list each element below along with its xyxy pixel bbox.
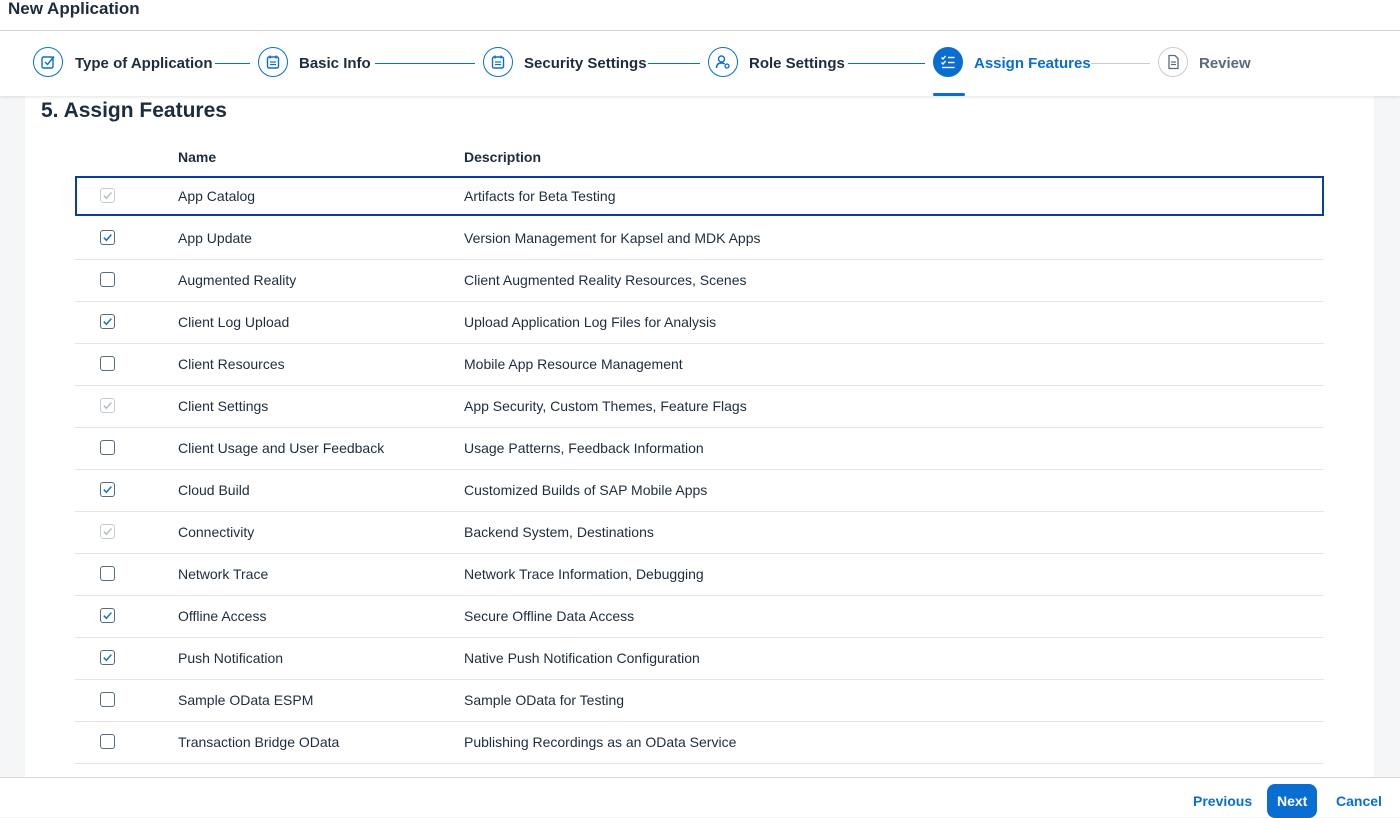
- table-row[interactable]: Client Log Upload Upload Application Log …: [75, 302, 1324, 344]
- table-row[interactable]: Sample OData ESPM Sample OData for Testin…: [75, 680, 1324, 722]
- table-row[interactable]: Connectivity Backend System, Destinations: [75, 512, 1324, 554]
- features-table: App Catalog Artifacts for Beta Testing App…: [75, 176, 1324, 764]
- feature-name: Client Resources: [178, 356, 285, 372]
- active-step-indicator: [933, 93, 965, 96]
- feature-description: Secure Offline Data Access: [464, 608, 635, 624]
- wizard-footer: Previous Next Cancel: [0, 777, 1400, 818]
- step-connector: [375, 63, 475, 64]
- row-checkbox[interactable]: [100, 692, 115, 707]
- page-title: New Application: [8, 0, 140, 18]
- step-3-label[interactable]: Security Settings: [524, 55, 647, 72]
- feature-name: Client Usage and User Feedback: [178, 440, 385, 456]
- row-checkbox[interactable]: [100, 356, 115, 371]
- step-6-document-icon[interactable]: [1158, 47, 1188, 77]
- step-connector: [1091, 63, 1150, 64]
- next-button[interactable]: Next: [1267, 784, 1317, 818]
- table-row[interactable]: Offline Access Secure Offline Data Access: [75, 596, 1324, 638]
- feature-description: Usage Patterns, Feedback Information: [464, 440, 704, 456]
- table-row[interactable]: Push Notification Native Push Notificatio…: [75, 638, 1324, 680]
- table-row[interactable]: Client Resources Mobile App Resource Mana…: [75, 344, 1324, 386]
- step-3-calendar-icon[interactable]: [483, 47, 513, 77]
- row-checkbox: [100, 524, 115, 539]
- row-checkbox[interactable]: [100, 230, 115, 245]
- step-6-label[interactable]: Review: [1199, 55, 1251, 72]
- feature-name: Augmented Reality: [178, 272, 297, 288]
- feature-description: Customized Builds of SAP Mobile Apps: [464, 482, 708, 498]
- feature-description: Publishing Recordings as an OData Servic…: [464, 734, 737, 750]
- feature-description: Client Augmented Reality Resources, Scen…: [464, 272, 747, 288]
- feature-name: App Catalog: [178, 188, 256, 204]
- feature-description: App Security, Custom Themes, Feature Fla…: [464, 398, 747, 414]
- table-row[interactable]: App Update Version Management for Kapsel …: [75, 218, 1324, 260]
- feature-description: Sample OData for Testing: [464, 692, 625, 708]
- feature-description: Mobile App Resource Management: [464, 356, 683, 372]
- column-header-name[interactable]: Name: [178, 149, 216, 165]
- feature-name: Offline Access: [178, 608, 267, 624]
- feature-description: Version Management for Kapsel and MDK Ap…: [464, 230, 761, 246]
- step-1-label[interactable]: Type of Application: [75, 55, 213, 72]
- row-checkbox[interactable]: [100, 482, 115, 497]
- step-connector: [215, 63, 250, 64]
- row-checkbox: [100, 188, 115, 203]
- step-5-checklist-icon[interactable]: [933, 47, 963, 77]
- feature-name: Connectivity: [178, 524, 255, 540]
- feature-name: Transaction Bridge OData: [178, 734, 340, 750]
- feature-name: Push Notification: [178, 650, 284, 666]
- step-connector: [848, 63, 925, 64]
- table-row[interactable]: Client Usage and User Feedback Usage Patt…: [75, 428, 1324, 470]
- section-title: 5. Assign Features: [41, 99, 227, 122]
- step-4-user-settings-icon[interactable]: [708, 47, 738, 77]
- feature-name: Network Trace: [178, 566, 269, 582]
- row-checkbox[interactable]: [100, 314, 115, 329]
- step-2-label[interactable]: Basic Info: [299, 55, 371, 72]
- feature-description: Backend System, Destinations: [464, 524, 654, 540]
- row-checkbox[interactable]: [100, 734, 115, 749]
- step-2-calendar-icon[interactable]: [258, 47, 288, 77]
- row-checkbox: [100, 398, 115, 413]
- row-checkbox[interactable]: [100, 650, 115, 665]
- column-header-description[interactable]: Description: [464, 149, 541, 165]
- feature-name: Cloud Build: [178, 482, 250, 498]
- step-5-label[interactable]: Assign Features: [974, 55, 1091, 72]
- table-row[interactable]: App Catalog Artifacts for Beta Testing: [75, 176, 1324, 216]
- checkmark-icon: [103, 402, 112, 410]
- checkmark-icon: [103, 192, 112, 200]
- assign-features-panel: 5. Assign Features Name Description App …: [25, 96, 1374, 777]
- wizard-progress: Type of Application Basic Info Security …: [0, 31, 1400, 96]
- table-row[interactable]: Transaction Bridge OData Publishing Recor…: [75, 722, 1324, 764]
- table-row[interactable]: Network Trace Network Trace Information, …: [75, 554, 1324, 596]
- step-4-label[interactable]: Role Settings: [749, 55, 845, 72]
- cancel-button[interactable]: Cancel: [1326, 784, 1392, 818]
- feature-description: Network Trace Information, Debugging: [464, 566, 704, 582]
- step-connector: [648, 63, 700, 64]
- checkmark-icon: [103, 654, 112, 662]
- table-row[interactable]: Client Settings App Security, Custom Them…: [75, 386, 1324, 428]
- feature-name: App Update: [178, 230, 252, 246]
- table-row[interactable]: Cloud Build Customized Builds of SAP Mobi…: [75, 470, 1324, 512]
- table-row[interactable]: Augmented Reality Client Augmented Realit…: [75, 260, 1324, 302]
- row-checkbox[interactable]: [100, 608, 115, 623]
- step-1-checkbox-icon[interactable]: [33, 47, 63, 77]
- row-checkbox[interactable]: [100, 272, 115, 287]
- checkmark-icon: [103, 486, 112, 494]
- row-checkbox[interactable]: [100, 440, 115, 455]
- checkmark-icon: [103, 612, 112, 620]
- feature-description: Native Push Notification Configuration: [464, 650, 700, 666]
- feature-description: Upload Application Log Files for Analysi…: [464, 314, 717, 330]
- checkmark-icon: [103, 234, 112, 242]
- feature-name: Client Settings: [178, 398, 269, 414]
- feature-name: Client Log Upload: [178, 314, 290, 330]
- checkmark-icon: [103, 318, 112, 326]
- shell-header: New Application: [0, 0, 1400, 31]
- row-checkbox[interactable]: [100, 566, 115, 581]
- table-header: Name Description: [75, 144, 1324, 170]
- previous-button[interactable]: Previous: [1183, 784, 1262, 818]
- feature-description: Artifacts for Beta Testing: [464, 188, 616, 204]
- checkmark-icon: [103, 528, 112, 536]
- feature-name: Sample OData ESPM: [178, 692, 314, 708]
